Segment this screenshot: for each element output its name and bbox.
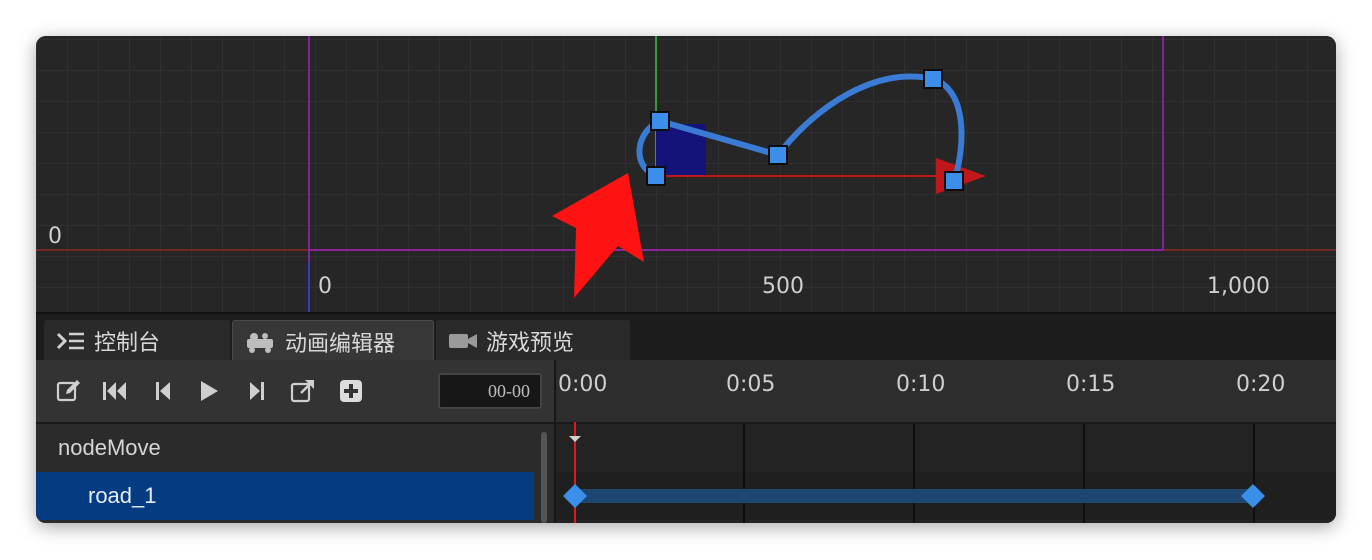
jump-to-start-icon: [103, 382, 126, 400]
previous-frame-button[interactable]: [148, 376, 178, 406]
tab-console[interactable]: 控制台: [44, 320, 230, 362]
y-zero-label: 0: [48, 224, 62, 249]
node-row-nodemove[interactable]: nodeMove: [36, 424, 534, 472]
scene-view[interactable]: 0 0 500 1,000: [36, 36, 1336, 312]
jump-to-start-button[interactable]: [100, 376, 130, 406]
video-camera-icon: [448, 330, 478, 352]
annotation-arrow-icon: [552, 173, 644, 298]
x-1000-label: 1,000: [1207, 274, 1270, 299]
keyframe-diamond[interactable]: [563, 484, 587, 508]
play-icon: [201, 381, 218, 401]
previous-frame-icon: [156, 382, 170, 400]
x-500-label: 500: [762, 274, 804, 299]
tab-animation-editor-label: 动画编辑器: [285, 330, 396, 356]
editor-window: 0 0 500 1,000 控制台 动画编辑器 游戏预览 00-00 nodeM…: [36, 36, 1336, 523]
tab-animation-editor[interactable]: 动画编辑器: [232, 320, 434, 362]
current-time-input[interactable]: 00-00: [438, 373, 542, 409]
node-label: road_1: [88, 483, 157, 508]
external-link-icon: [290, 380, 314, 403]
open-external-button[interactable]: [288, 376, 318, 406]
keyframe-span-bar[interactable]: [575, 489, 1254, 503]
node-list-pane: 00-00 nodeMove road_1: [36, 360, 556, 523]
scene-canvas[interactable]: [36, 36, 1336, 312]
edit-button[interactable]: [54, 376, 84, 406]
path-point[interactable]: [768, 145, 788, 165]
x-zero-label: 0: [318, 274, 332, 299]
add-icon: [340, 380, 362, 402]
tab-console-label: 控制台: [94, 330, 161, 355]
path-point[interactable]: [923, 69, 943, 89]
edit-icon: [56, 380, 80, 402]
animation-toolbar: 00-00: [36, 360, 554, 424]
keyframe-diamond[interactable]: [1241, 484, 1265, 508]
panel-tab-bar: 控制台 动画编辑器 游戏预览: [36, 312, 1336, 362]
play-button[interactable]: [194, 376, 224, 406]
tab-game-preview-label: 游戏预览: [486, 330, 575, 355]
path-point[interactable]: [650, 111, 670, 131]
timeline-canvas[interactable]: [556, 360, 1336, 523]
playhead-marker-icon[interactable]: [569, 436, 581, 442]
add-button[interactable]: [336, 376, 366, 406]
animation-editor-panel: 00-00 nodeMove road_1 0:00 0:05 0:10 0:1…: [36, 360, 1336, 523]
path-point[interactable]: [646, 166, 666, 186]
next-frame-icon: [250, 382, 264, 400]
tab-game-preview[interactable]: 游戏预览: [436, 320, 630, 362]
timeline-pane[interactable]: 0:00 0:05 0:10 0:15 0:20: [556, 360, 1336, 523]
node-list-scrollbar[interactable]: [541, 432, 547, 523]
node-label: nodeMove: [58, 435, 161, 460]
node-row-road-1[interactable]: road_1: [36, 472, 534, 520]
next-frame-button[interactable]: [242, 376, 272, 406]
path-point[interactable]: [944, 171, 964, 191]
animation-editor-icon: [245, 331, 277, 353]
terminal-icon: [56, 330, 86, 352]
